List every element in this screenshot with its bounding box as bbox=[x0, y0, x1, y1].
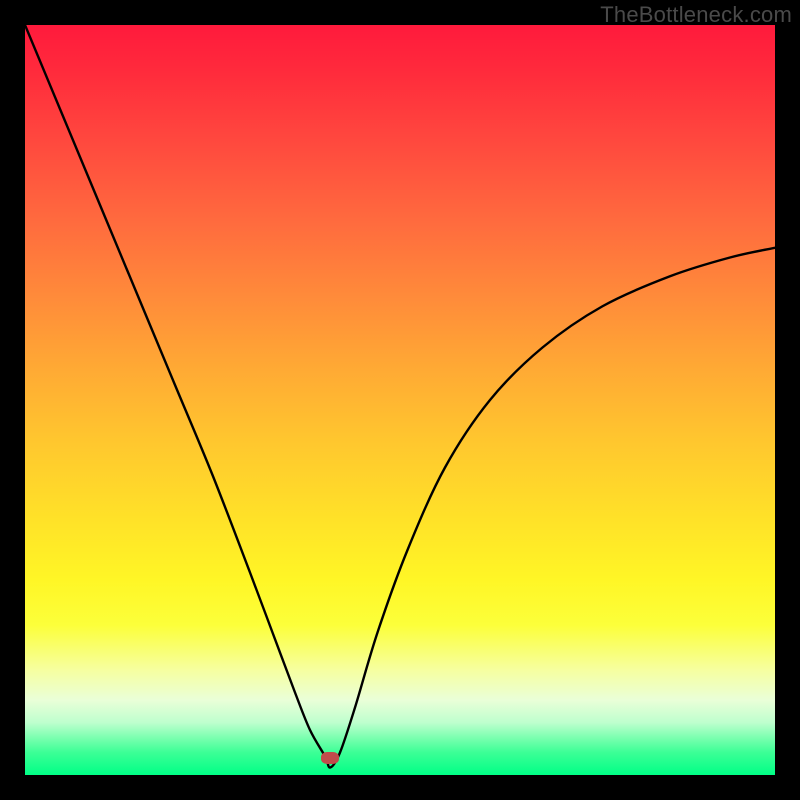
optimal-point-marker bbox=[321, 752, 339, 764]
chart-frame: TheBottleneck.com bbox=[0, 0, 800, 800]
plot-area bbox=[25, 25, 775, 775]
watermark-text: TheBottleneck.com bbox=[600, 2, 792, 28]
bottleneck-curve bbox=[25, 25, 775, 775]
